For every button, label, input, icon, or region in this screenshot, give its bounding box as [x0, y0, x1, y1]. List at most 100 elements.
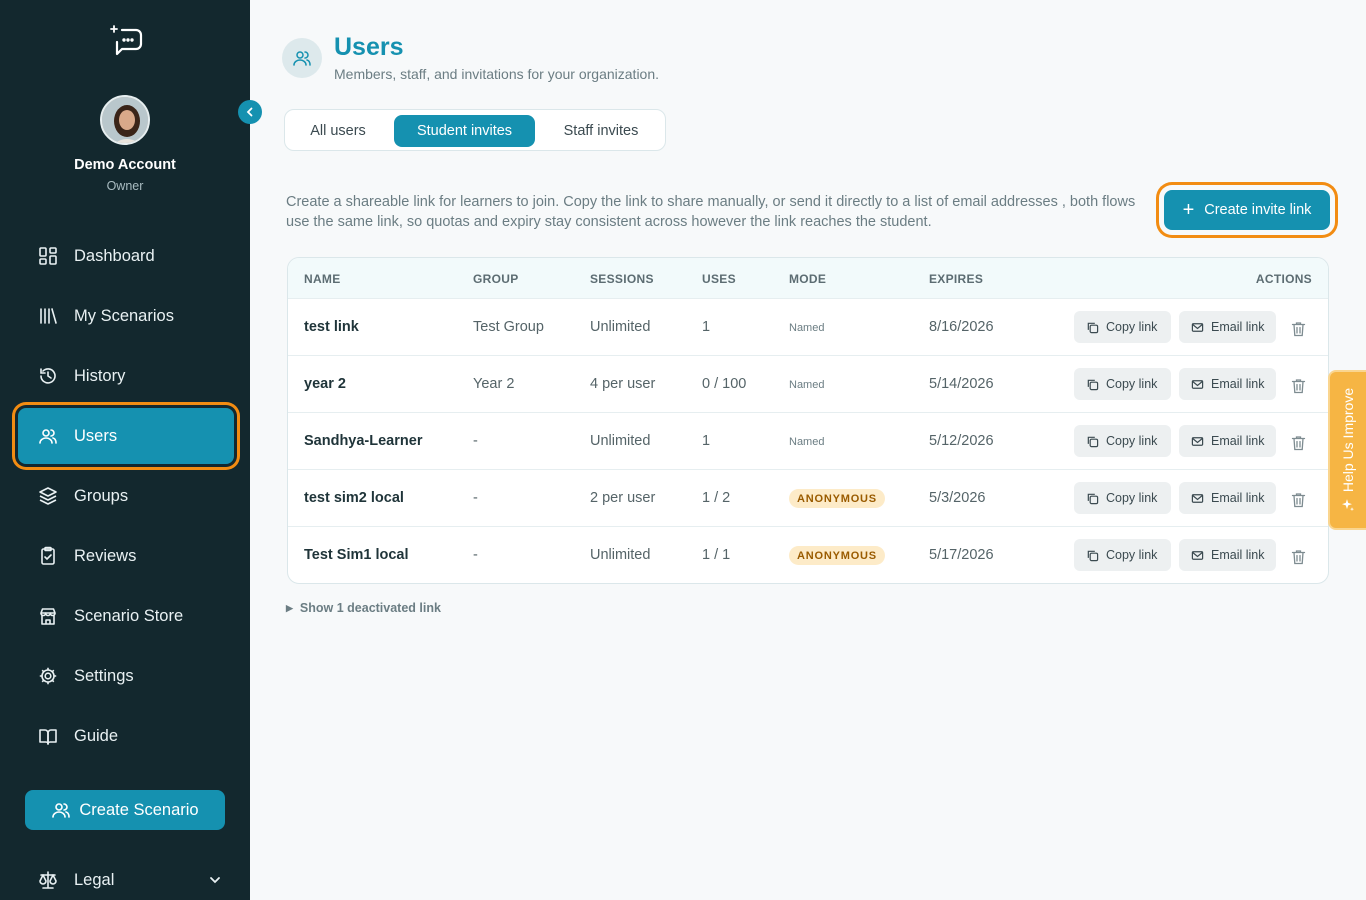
column-header-group: GROUP: [473, 272, 519, 286]
invite-group: Year 2: [473, 376, 515, 392]
invite-mode: Named: [789, 379, 825, 391]
invite-name: Test Sim1 local: [304, 547, 409, 563]
email-link-button[interactable]: Email link: [1179, 425, 1276, 457]
mail-icon: [1191, 493, 1204, 503]
users-page-icon: [282, 38, 322, 78]
history-icon: [40, 368, 56, 384]
trash-icon[interactable]: [1291, 549, 1306, 565]
nav-item-settings[interactable]: Settings: [18, 648, 234, 704]
copy-link-button[interactable]: Copy link: [1074, 311, 1171, 343]
mail-icon: [1191, 436, 1204, 446]
column-header-uses: USES: [702, 272, 736, 286]
tab-student-invites[interactable]: Student invites: [394, 115, 535, 147]
column-header-name: NAME: [304, 272, 341, 286]
legal-menu[interactable]: Legal: [38, 870, 228, 890]
copy-icon: [1087, 379, 1099, 390]
users-icon: [39, 429, 57, 444]
invite-uses: 1: [702, 319, 711, 335]
create-invite-link-button[interactable]: + Create invite link: [1164, 190, 1330, 230]
email-link-button[interactable]: Email link: [1179, 539, 1276, 571]
column-header-expires: EXPIRES: [929, 272, 984, 286]
invite-uses: 1 / 2: [702, 490, 731, 506]
table-row: Sandhya-Learner - Unlimited 1 Named 5/12…: [288, 412, 1328, 469]
invite-name: year 2: [304, 376, 346, 392]
email-link-button[interactable]: Email link: [1179, 368, 1276, 400]
invite-sessions: Unlimited: [590, 319, 651, 335]
invite-expires: 5/3/2026: [929, 490, 986, 506]
invite-name: Sandhya-Learner: [304, 433, 423, 449]
copy-link-button[interactable]: Copy link: [1074, 539, 1171, 571]
copy-link-label: Copy link: [1106, 320, 1158, 334]
invite-group: -: [473, 433, 478, 449]
gear-icon: [39, 667, 57, 685]
page-title: Users: [334, 33, 404, 61]
email-link-button[interactable]: Email link: [1179, 482, 1276, 514]
invite-group: -: [473, 547, 478, 563]
copy-link-label: Copy link: [1106, 377, 1158, 391]
table-row: Test Sim1 local - Unlimited 1 / 1 ANONYM…: [288, 526, 1328, 583]
copy-link-button[interactable]: Copy link: [1074, 482, 1171, 514]
users-icon: [293, 51, 311, 66]
invite-sessions: 2 per user: [590, 490, 656, 506]
tab-all-users[interactable]: All users: [289, 115, 387, 147]
invite-group: -: [473, 490, 478, 506]
column-header-sessions: SESSIONS: [590, 272, 654, 286]
create-scenario-button[interactable]: Create Scenario: [25, 790, 225, 830]
avatar[interactable]: [100, 95, 150, 145]
copy-icon: [1087, 550, 1099, 561]
trash-icon[interactable]: [1291, 435, 1306, 451]
collapse-sidebar-button[interactable]: [238, 100, 262, 124]
feedback-tab[interactable]: Help Us Improve: [1328, 370, 1366, 530]
copy-link-button[interactable]: Copy link: [1074, 368, 1171, 400]
email-link-button[interactable]: Email link: [1179, 311, 1276, 343]
copy-link-button[interactable]: Copy link: [1074, 425, 1171, 457]
library-icon: [40, 308, 57, 324]
nav-item-label: Users: [74, 426, 118, 445]
nav-item-history[interactable]: History: [18, 348, 234, 404]
layers-icon: [39, 487, 57, 505]
trash-icon[interactable]: [1291, 378, 1306, 394]
feedback-label: Help Us Improve: [1340, 387, 1356, 493]
invite-sessions: Unlimited: [590, 433, 651, 449]
trash-icon[interactable]: [1291, 492, 1306, 508]
mail-icon: [1191, 379, 1204, 389]
invite-sessions: Unlimited: [590, 547, 651, 563]
nav-item-dashboard[interactable]: Dashboard: [18, 228, 234, 284]
nav-item-reviews[interactable]: Reviews: [18, 528, 234, 584]
invite-expires: 5/12/2026: [929, 433, 994, 449]
show-deactivated-toggle[interactable]: ▶ Show 1 deactivated link: [286, 601, 441, 615]
tab-staff-invites[interactable]: Staff invites: [542, 115, 660, 147]
nav-item-my-scenarios[interactable]: My Scenarios: [18, 288, 234, 344]
copy-link-label: Copy link: [1106, 434, 1158, 448]
create-invite-label: Create invite link: [1204, 202, 1312, 218]
nav-item-label: Scenario Store: [74, 606, 184, 625]
invite-name: test sim2 local: [304, 490, 404, 506]
trash-icon[interactable]: [1291, 321, 1306, 337]
invite-expires: 5/14/2026: [929, 376, 994, 392]
scale-icon: [39, 871, 57, 889]
nav-item-scenario-store[interactable]: Scenario Store: [18, 588, 234, 644]
nav-item-guide[interactable]: Guide: [18, 708, 234, 764]
copy-icon: [1087, 436, 1099, 447]
account-name: Demo Account: [74, 157, 176, 173]
mail-icon: [1191, 322, 1204, 332]
clipboard-check-icon: [41, 546, 55, 565]
invite-uses: 0 / 100: [702, 376, 747, 392]
invite-mode: Named: [789, 436, 825, 448]
table-row: test link Test Group Unlimited 1 Named 8…: [288, 298, 1328, 355]
caret-right-icon: ▶: [286, 602, 293, 613]
email-link-label: Email link: [1211, 434, 1265, 448]
nav-item-users[interactable]: Users: [18, 408, 234, 464]
nav-item-groups[interactable]: Groups: [18, 468, 234, 524]
nav-item-label: Guide: [74, 726, 119, 745]
sparkle-icon: [1342, 499, 1354, 512]
copy-icon: [1087, 322, 1099, 333]
copy-icon: [1087, 493, 1099, 504]
email-link-label: Email link: [1211, 548, 1265, 562]
app-logo-icon[interactable]: [108, 22, 144, 58]
sidebar: Demo Account Owner Dashboard My Scenario…: [0, 0, 250, 900]
invite-description: Create a shareable link for learners to …: [286, 194, 1136, 230]
store-icon: [40, 608, 56, 625]
legal-label: Legal: [74, 870, 115, 889]
invite-sessions: 4 per user: [590, 376, 656, 392]
